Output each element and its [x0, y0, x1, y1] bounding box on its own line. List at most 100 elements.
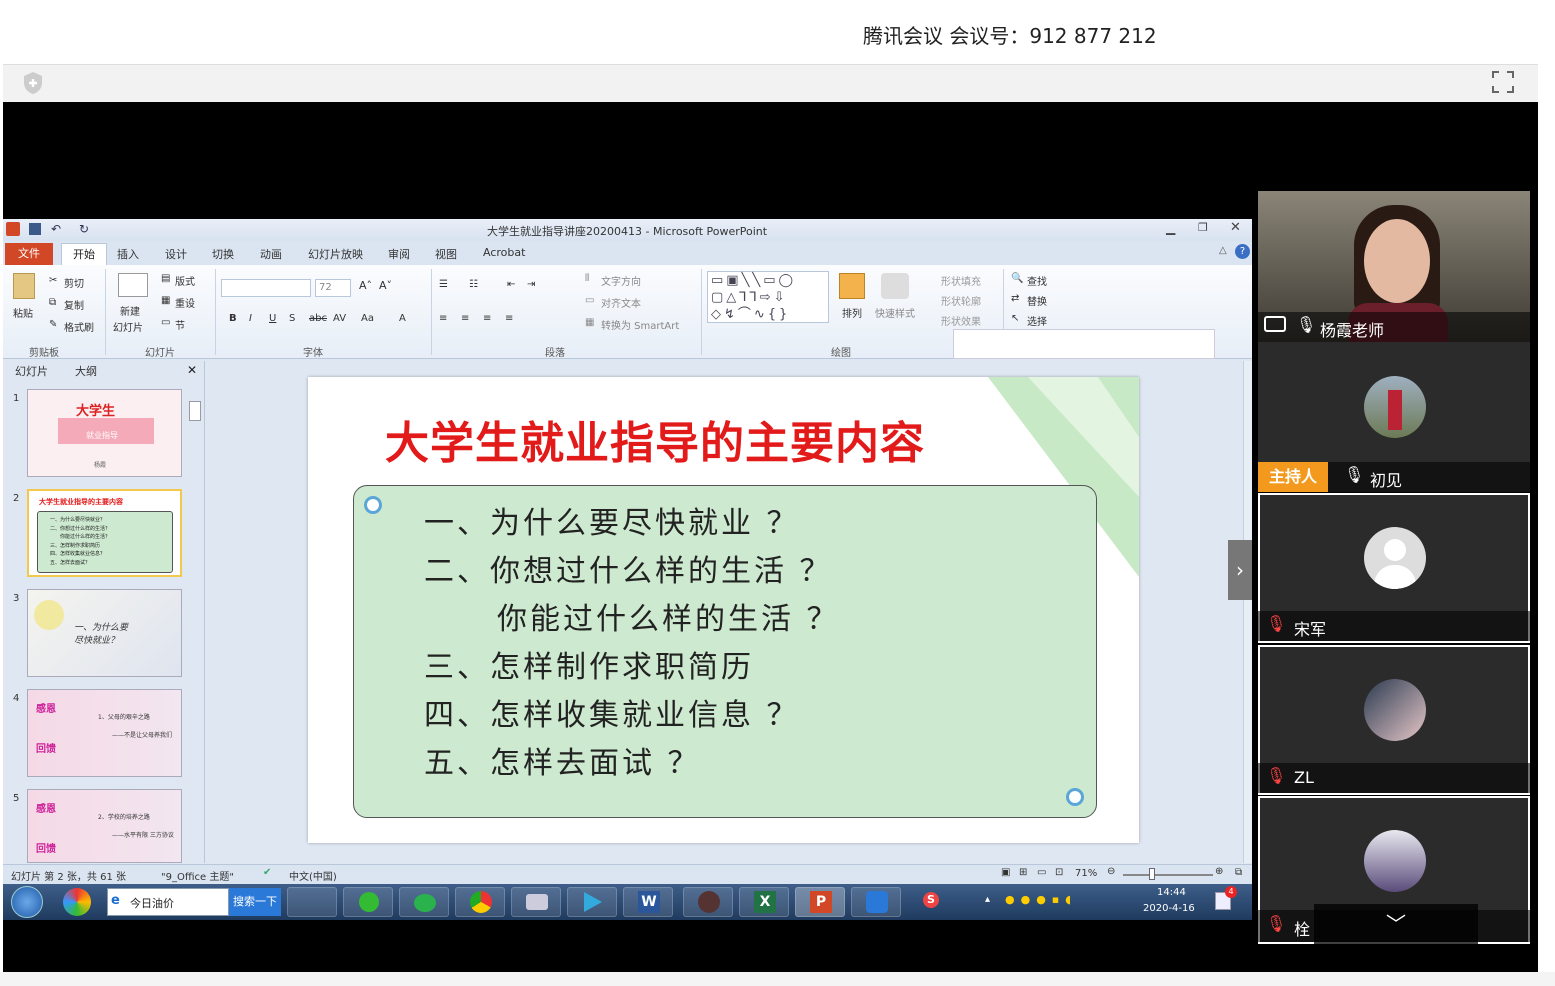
new-slide-button-2[interactable]: 幻灯片: [113, 319, 143, 334]
tab-file[interactable]: 文件: [5, 243, 53, 265]
select-button[interactable]: 选择: [1027, 313, 1047, 328]
shape-effects-button[interactable]: 形状效果: [941, 313, 981, 328]
underline-icon[interactable]: U: [269, 313, 276, 324]
tab-design[interactable]: 设计: [165, 246, 187, 262]
shape-fill-button[interactable]: 形状填充: [941, 273, 981, 288]
section-button[interactable]: 节: [175, 317, 185, 332]
paste-icon[interactable]: [13, 273, 35, 299]
find-icon[interactable]: 🔍: [1011, 273, 1023, 284]
camera-icon[interactable]: [511, 887, 561, 917]
section-icon[interactable]: ▭: [161, 317, 170, 328]
media-icon[interactable]: [683, 887, 733, 917]
powerpoint-taskbar-icon[interactable]: P: [795, 887, 845, 917]
slide-thumb-5[interactable]: 感恩 回馈 2、学校的培养之路 ——水平有限 三方协议: [27, 789, 182, 863]
cut-icon[interactable]: ✂: [49, 275, 57, 286]
close-icon[interactable]: ✕: [1230, 220, 1241, 235]
grow-font-icon[interactable]: A˄: [359, 279, 372, 292]
sogou-ime-icon[interactable]: S: [923, 892, 939, 908]
outdent-icon[interactable]: ⇥: [527, 279, 535, 290]
arrange-button[interactable]: 排列: [842, 305, 862, 320]
strikethrough-icon[interactable]: abc: [309, 313, 327, 324]
tab-slideshow[interactable]: 幻灯片放映: [308, 246, 363, 262]
replace-icon[interactable]: ⇄: [1011, 293, 1019, 304]
participant-tile-4[interactable]: 🎙 ZL: [1258, 645, 1530, 795]
slide-thumb-4[interactable]: 感恩 回馈 1、父母的艰辛之路 ——不是让父母养我们: [27, 689, 182, 777]
participant-tile-1[interactable]: 🎙 杨霞老师: [1258, 191, 1530, 342]
word-icon[interactable]: W: [623, 887, 673, 917]
smartart-button[interactable]: 转换为 SmartArt: [601, 317, 679, 332]
tab-home[interactable]: 开始: [61, 243, 107, 265]
excel-icon[interactable]: X: [739, 887, 789, 917]
smartart-icon[interactable]: ▦: [585, 317, 594, 328]
select-icon[interactable]: ↖: [1011, 313, 1019, 324]
find-button[interactable]: 查找: [1027, 273, 1047, 288]
start-button[interactable]: [11, 886, 43, 918]
italic-icon[interactable]: I: [249, 313, 252, 324]
participant-tile-2[interactable]: 主持人 🎙 初见: [1258, 342, 1530, 492]
slideshow-view-icon[interactable]: ⊡: [1055, 867, 1063, 878]
align-text-icon[interactable]: ▭: [585, 295, 594, 306]
next-page-button[interactable]: ›: [1228, 540, 1252, 600]
minimize-icon[interactable]: ▁: [1166, 221, 1175, 235]
help-icon[interactable]: ?: [1235, 244, 1250, 259]
new-slide-icon[interactable]: [118, 273, 148, 297]
cut-button[interactable]: 剪切: [64, 275, 84, 290]
save-icon[interactable]: [29, 223, 41, 235]
shield-icon[interactable]: [22, 71, 44, 95]
font-size-input[interactable]: 72: [315, 279, 351, 297]
spellcheck-icon[interactable]: ✔: [263, 867, 271, 878]
app-360-icon[interactable]: [63, 888, 91, 916]
redo-icon[interactable]: ↻: [79, 222, 89, 236]
browser-icon[interactable]: [343, 887, 393, 917]
slide-thumb-3[interactable]: 一、为什么要尽快就业？: [27, 589, 182, 677]
slide-thumb-1[interactable]: 大学生 就业指导 杨霞: [27, 389, 182, 477]
new-slide-button[interactable]: 新建: [120, 303, 140, 318]
paste-button[interactable]: 粘贴: [13, 305, 33, 320]
font-name-input[interactable]: [221, 279, 311, 297]
fit-window-icon[interactable]: ⧉: [1235, 867, 1242, 878]
tab-insert[interactable]: 插入: [117, 246, 139, 262]
quick-styles-button[interactable]: 快速样式: [875, 305, 915, 320]
tab-outline[interactable]: 大纲: [75, 363, 97, 379]
align-center-icon[interactable]: ≡: [461, 313, 469, 324]
sorter-view-icon[interactable]: ⊞: [1019, 867, 1027, 878]
tab-slides[interactable]: 幻灯片: [15, 363, 48, 379]
edit-scrollbar[interactable]: [1243, 361, 1252, 863]
align-left-icon[interactable]: ≡: [439, 313, 447, 324]
zoom-slider[interactable]: [1123, 874, 1213, 876]
change-case-icon[interactable]: Aa: [361, 313, 374, 324]
bullets-icon[interactable]: ☰: [439, 279, 448, 290]
wechat-icon[interactable]: [399, 887, 449, 917]
shape-outline-button[interactable]: 形状轮廓: [941, 293, 981, 308]
format-painter-button[interactable]: 格式刷: [64, 319, 94, 334]
copy-icon[interactable]: ⧉: [49, 297, 56, 308]
pane-close-icon[interactable]: ✕: [187, 363, 197, 377]
video-player-icon[interactable]: [567, 887, 617, 917]
zoom-out-icon[interactable]: ⊖: [1107, 866, 1115, 877]
arrange-icon[interactable]: [839, 273, 865, 299]
fullscreen-icon[interactable]: [1491, 70, 1515, 94]
tab-review[interactable]: 审阅: [388, 246, 410, 262]
reset-button[interactable]: 重设: [175, 295, 195, 310]
reading-view-icon[interactable]: ▭: [1037, 867, 1046, 878]
pane-scrollbar[interactable]: [189, 401, 201, 421]
text-direction-button[interactable]: 文字方向: [601, 273, 641, 288]
participant-tile-3[interactable]: 🎙 宋军: [1258, 493, 1530, 643]
taskbar-search-input[interactable]: 今日油价: [107, 888, 229, 916]
tab-transitions[interactable]: 切换: [212, 246, 234, 262]
bold-icon[interactable]: B: [229, 313, 237, 324]
normal-view-icon[interactable]: ▣: [1001, 867, 1010, 878]
undo-icon[interactable]: ↶: [51, 222, 61, 236]
tencent-meeting-icon[interactable]: [851, 887, 901, 917]
zoom-in-icon[interactable]: ⊕: [1215, 866, 1223, 877]
layout-button[interactable]: 版式: [175, 273, 195, 288]
layout-icon[interactable]: ▤: [161, 273, 170, 284]
chrome-icon[interactable]: [455, 887, 505, 917]
reset-icon[interactable]: ▦: [161, 295, 170, 306]
shapes-gallery[interactable]: ▭▣╲╲▭◯ ▢△⅂⅂⇨⇩ ◇↯⌒∿{}: [707, 271, 829, 323]
format-painter-icon[interactable]: ✎: [49, 319, 57, 330]
taskbar-search-button[interactable]: 搜索一下: [229, 888, 281, 916]
zoom-slider-thumb[interactable]: [1149, 868, 1155, 880]
shrink-font-icon[interactable]: A˅: [379, 279, 392, 292]
restore-icon[interactable]: ❐: [1198, 221, 1208, 234]
